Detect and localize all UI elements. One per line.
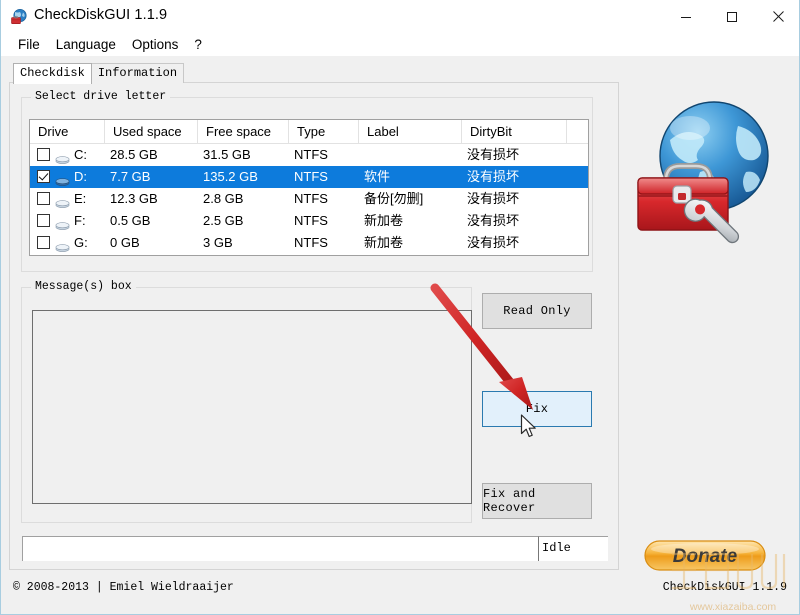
drive-list-rows: C: 28.5 GB 31.5 GB NTFS 没有损坏 D: 7.7 GB 1… — [30, 144, 588, 254]
cell-label: 新加卷 — [364, 235, 404, 250]
column-header-spacer[interactable] — [567, 120, 588, 143]
fix-and-recover-button[interactable]: Fix and Recover — [482, 483, 592, 519]
cell-type: NTFS — [294, 147, 328, 162]
cell-dirtybit: 没有损坏 — [467, 213, 520, 228]
disk-platter-icon — [55, 238, 70, 252]
donate-label: Donate — [673, 546, 738, 567]
drive-checkbox[interactable] — [37, 192, 50, 205]
column-header-used-space[interactable]: Used space — [105, 120, 198, 143]
cell-used: 12.3 GB — [110, 191, 158, 206]
disk-platter-icon — [55, 150, 70, 164]
drive-list-header: Drive Used space Free space Type Label D… — [30, 120, 588, 144]
cell-dirtybit: 没有损坏 — [467, 169, 520, 184]
maximize-icon[interactable] — [709, 0, 755, 33]
cell-free: 135.2 GB — [203, 169, 258, 184]
cell-label: 备份[勿删] — [364, 191, 424, 206]
minimize-icon[interactable] — [663, 0, 709, 33]
menu-item-options[interactable]: Options — [124, 35, 187, 54]
cell-free: 2.8 GB — [203, 191, 244, 206]
cell-used: 7.7 GB — [110, 169, 151, 184]
cell-free: 3 GB — [203, 235, 233, 250]
cell-type: NTFS — [294, 235, 328, 250]
cell-type: NTFS — [294, 169, 328, 184]
cell-free: 31.5 GB — [203, 147, 251, 162]
drive-list[interactable]: Drive Used space Free space Type Label D… — [29, 119, 589, 256]
menu-item-language[interactable]: Language — [48, 35, 124, 54]
menu-item-help[interactable]: ? — [186, 35, 210, 54]
table-row[interactable]: E: 12.3 GB 2.8 GB NTFS 备份[勿删] 没有损坏 — [30, 188, 588, 210]
watermark-url: www.xiazaiba.com — [689, 601, 777, 613]
copyright-text: © 2008-2013 | Emiel Wieldraaijer — [13, 581, 234, 594]
disk-platter-icon — [55, 172, 70, 186]
window-title: CheckDiskGUI 1.1.9 — [34, 7, 168, 23]
drive-checkbox[interactable] — [37, 148, 50, 161]
version-text: CheckDiskGUI 1.1.9 — [662, 581, 787, 594]
cell-type: NTFS — [294, 213, 328, 228]
donate-button[interactable]: Donate — [644, 540, 766, 571]
cell-free: 2.5 GB — [203, 213, 244, 228]
table-row[interactable]: C: 28.5 GB 31.5 GB NTFS 没有损坏 — [30, 144, 588, 166]
status-label: Idle — [538, 536, 608, 561]
drive-checkbox[interactable] — [37, 236, 50, 249]
title-bar: CheckDiskGUI 1.1.9 — [1, 0, 799, 34]
cell-label: 新加卷 — [364, 213, 404, 228]
messages-textarea[interactable] — [32, 310, 472, 504]
cell-drive: C: — [74, 147, 87, 162]
table-row[interactable]: F: 0.5 GB 2.5 GB NTFS 新加卷 没有损坏 — [30, 210, 588, 232]
cell-dirtybit: 没有损坏 — [467, 191, 520, 206]
cell-dirtybit: 没有损坏 — [467, 235, 520, 250]
cell-dirtybit: 没有损坏 — [467, 147, 520, 162]
window-controls — [663, 0, 799, 33]
menu-bar: File Language Options ? — [1, 33, 799, 56]
cell-drive: G: — [74, 235, 88, 250]
cell-label: 软件 — [364, 169, 391, 184]
table-row[interactable]: G: 0 GB 3 GB NTFS 新加卷 没有损坏 — [30, 232, 588, 254]
read-only-button[interactable]: Read Only — [482, 293, 592, 329]
cell-drive: E: — [74, 191, 87, 206]
tab-checkdisk[interactable]: Checkdisk — [13, 63, 92, 84]
cell-used: 0.5 GB — [110, 213, 151, 228]
disk-platter-icon — [55, 194, 70, 208]
cell-used: 0 GB — [110, 235, 140, 250]
tab-information[interactable]: Information — [90, 63, 185, 83]
column-header-free-space[interactable]: Free space — [198, 120, 289, 143]
column-header-type[interactable]: Type — [289, 120, 359, 143]
select-drive-groupbox-label: Select drive letter — [31, 90, 171, 103]
tab-strip: Checkdisk Information — [13, 63, 185, 84]
column-header-dirtybit[interactable]: DirtyBit — [462, 120, 567, 143]
fix-button[interactable]: Fix — [482, 391, 592, 427]
globe-toolbox-icon — [10, 8, 28, 26]
globe-toolbox-icon — [626, 88, 786, 248]
cell-drive: D: — [74, 169, 87, 184]
cell-drive: F: — [74, 213, 86, 228]
disk-platter-icon — [55, 216, 70, 230]
drive-checkbox[interactable] — [37, 170, 50, 183]
column-header-label[interactable]: Label — [359, 120, 462, 143]
table-row[interactable]: D: 7.7 GB 135.2 GB NTFS 软件 没有损坏 — [30, 166, 588, 188]
application-window: CheckDiskGUI 1.1.9 File Language Options… — [0, 0, 800, 615]
drive-checkbox[interactable] — [37, 214, 50, 227]
column-header-drive[interactable]: Drive — [30, 120, 105, 143]
cell-type: NTFS — [294, 191, 328, 206]
progress-bar — [22, 536, 538, 561]
messages-groupbox-label: Message(s) box — [31, 280, 136, 293]
menu-item-file[interactable]: File — [10, 35, 48, 54]
cell-used: 28.5 GB — [110, 147, 158, 162]
close-icon[interactable] — [755, 0, 799, 33]
